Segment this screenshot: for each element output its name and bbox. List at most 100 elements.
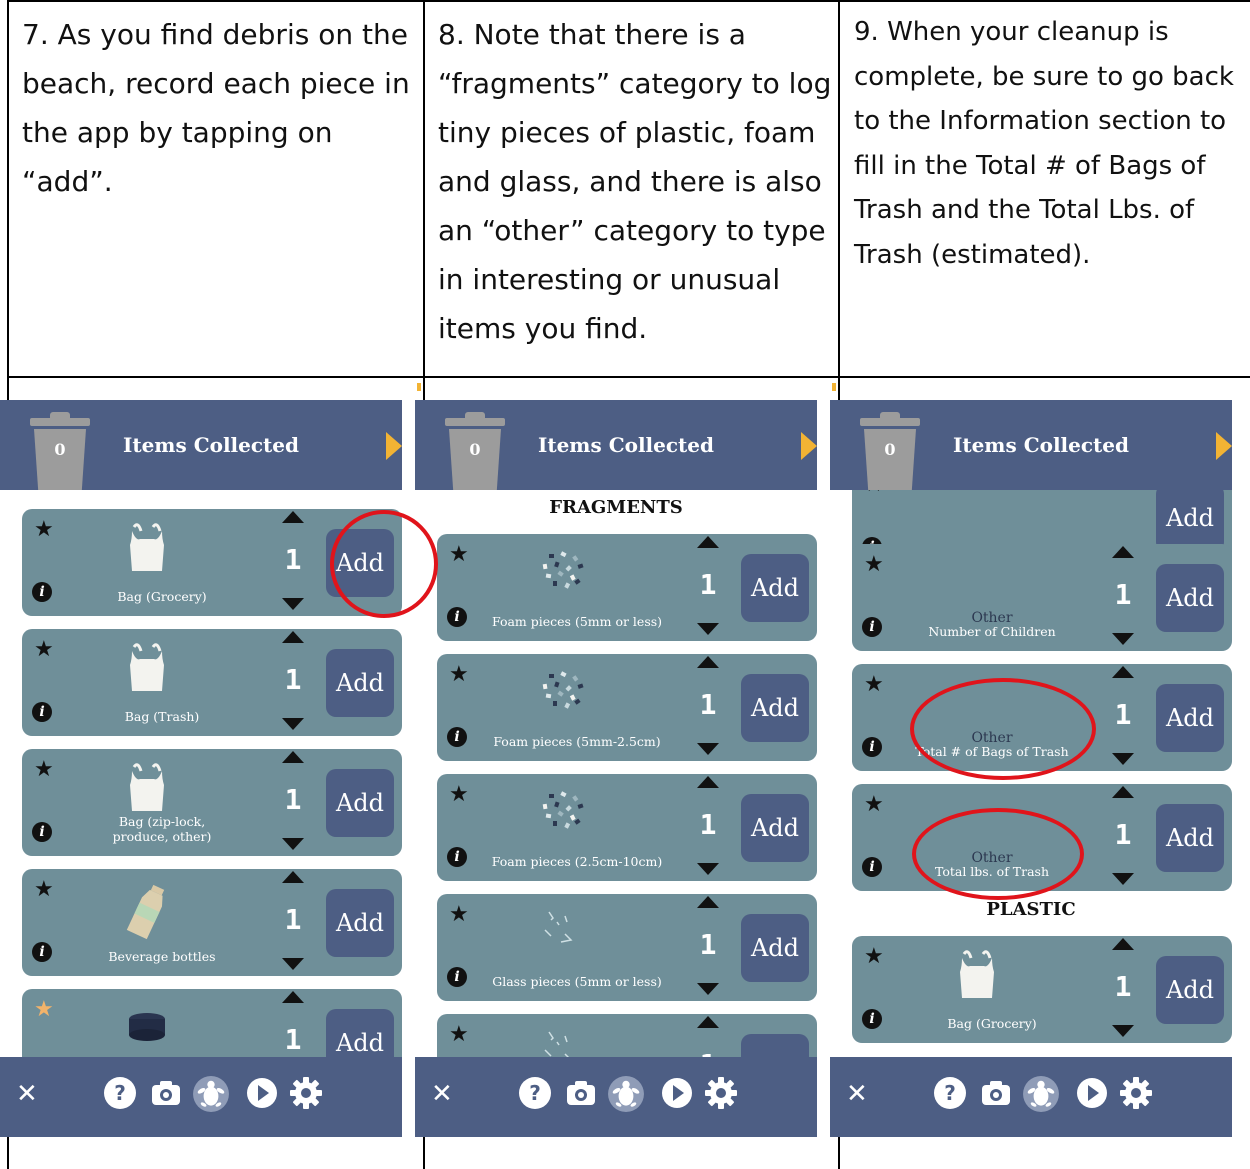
help-icon[interactable]: ?	[517, 1075, 553, 1111]
add-button[interactable]: Add	[741, 914, 809, 982]
add-button[interactable]: Add	[1156, 804, 1224, 872]
item-quantity[interactable]: 1	[272, 903, 314, 936]
favorite-star-icon[interactable]: ★	[864, 554, 884, 576]
favorite-star-icon[interactable]: ★	[34, 519, 54, 541]
play-icon[interactable]	[1074, 1075, 1110, 1111]
favorite-star-icon[interactable]: ★	[34, 879, 54, 901]
add-button[interactable]: Add	[1156, 564, 1224, 632]
add-button[interactable]: Add	[741, 554, 809, 622]
info-icon[interactable]: i	[447, 607, 467, 627]
decrement-arrow-icon[interactable]	[1112, 753, 1134, 765]
add-button[interactable]: Add	[1156, 956, 1224, 1024]
decrement-arrow-icon[interactable]	[697, 983, 719, 995]
item-quantity[interactable]: 1	[1102, 698, 1144, 731]
favorite-star-icon[interactable]: ★	[864, 794, 884, 816]
item-quantity[interactable]: 1	[272, 783, 314, 816]
decrement-arrow-icon[interactable]	[697, 743, 719, 755]
item-quantity[interactable]: 1	[1102, 818, 1144, 851]
close-icon[interactable]: ✕	[431, 1079, 453, 1109]
increment-arrow-icon[interactable]	[1112, 666, 1134, 678]
item-quantity[interactable]: 1	[687, 928, 729, 961]
increment-arrow-icon[interactable]	[282, 511, 304, 523]
info-icon[interactable]: i	[862, 617, 882, 637]
increment-arrow-icon[interactable]	[1112, 938, 1134, 950]
camera-icon[interactable]	[563, 1075, 599, 1111]
favorite-star-icon[interactable]: ★	[34, 759, 54, 781]
favorite-star-icon[interactable]: ★	[34, 639, 54, 661]
increment-arrow-icon[interactable]	[1112, 546, 1134, 558]
camera-icon[interactable]	[148, 1075, 184, 1111]
increment-arrow-icon[interactable]	[697, 896, 719, 908]
help-icon[interactable]: ?	[932, 1075, 968, 1111]
item-quantity[interactable]: 1	[1102, 970, 1144, 1003]
next-arrow-icon[interactable]	[801, 432, 817, 460]
camera-icon[interactable]	[978, 1075, 1014, 1111]
info-icon[interactable]: i	[862, 857, 882, 877]
info-icon[interactable]: i	[32, 942, 52, 962]
info-icon[interactable]: i	[447, 967, 467, 987]
increment-arrow-icon[interactable]	[282, 631, 304, 643]
add-button[interactable]: Add	[326, 649, 394, 717]
close-icon[interactable]: ✕	[16, 1079, 38, 1109]
app-header: 0 Items Collected	[415, 400, 817, 490]
info-icon[interactable]: i	[32, 822, 52, 842]
item-quantity[interactable]: 1	[687, 688, 729, 721]
increment-arrow-icon[interactable]	[697, 536, 719, 548]
decrement-arrow-icon[interactable]	[282, 838, 304, 850]
play-icon[interactable]	[244, 1075, 280, 1111]
info-icon[interactable]: i	[32, 582, 52, 602]
gear-icon[interactable]	[288, 1075, 324, 1111]
play-icon[interactable]	[659, 1075, 695, 1111]
info-icon[interactable]: i	[32, 702, 52, 722]
decrement-arrow-icon[interactable]	[1112, 633, 1134, 645]
item-quantity[interactable]: 1	[272, 1023, 314, 1056]
increment-arrow-icon[interactable]	[1112, 786, 1134, 798]
turtle-icon[interactable]	[607, 1075, 644, 1112]
increment-arrow-icon[interactable]	[697, 656, 719, 668]
favorite-star-icon[interactable]: ★	[449, 544, 469, 566]
add-button[interactable]: Add	[326, 769, 394, 837]
favorite-star-icon[interactable]: ★	[34, 999, 54, 1021]
favorite-star-icon[interactable]: ★	[449, 904, 469, 926]
item-quantity[interactable]: 1	[687, 808, 729, 841]
next-arrow-icon[interactable]	[1216, 432, 1232, 460]
decrement-arrow-icon[interactable]	[282, 718, 304, 730]
increment-arrow-icon[interactable]	[697, 1016, 719, 1028]
item-quantity[interactable]: 1	[272, 543, 314, 576]
info-icon[interactable]: i	[862, 1009, 882, 1029]
add-button[interactable]: Add	[326, 889, 394, 957]
increment-arrow-icon[interactable]	[282, 871, 304, 883]
add-button[interactable]: Add	[1156, 484, 1224, 552]
help-icon[interactable]: ?	[102, 1075, 138, 1111]
add-button[interactable]: Add	[1156, 684, 1224, 752]
add-button[interactable]: Add	[741, 674, 809, 742]
info-icon[interactable]: i	[862, 737, 882, 757]
decrement-arrow-icon[interactable]	[1112, 873, 1134, 885]
turtle-icon[interactable]	[1022, 1075, 1059, 1112]
increment-arrow-icon[interactable]	[282, 991, 304, 1003]
item-quantity[interactable]: 1	[272, 663, 314, 696]
favorite-star-icon[interactable]: ★	[449, 1024, 469, 1046]
gear-icon[interactable]	[1118, 1075, 1154, 1111]
favorite-star-icon[interactable]: ★	[864, 946, 884, 968]
item-quantity[interactable]: 1	[687, 568, 729, 601]
next-arrow-icon[interactable]	[386, 432, 402, 460]
decrement-arrow-icon[interactable]	[282, 958, 304, 970]
decrement-arrow-icon[interactable]	[282, 598, 304, 610]
increment-arrow-icon[interactable]	[282, 751, 304, 763]
add-button[interactable]: Add	[741, 794, 809, 862]
decrement-arrow-icon[interactable]	[697, 623, 719, 635]
decrement-arrow-icon[interactable]	[697, 863, 719, 875]
info-icon[interactable]: i	[447, 727, 467, 747]
turtle-icon[interactable]	[192, 1075, 229, 1112]
info-icon[interactable]: i	[447, 847, 467, 867]
favorite-star-icon[interactable]: ★	[449, 664, 469, 686]
item-quantity[interactable]: 1	[1102, 578, 1144, 611]
item-label: Foam pieces (5mm-2.5cm)	[493, 734, 661, 749]
close-icon[interactable]: ✕	[846, 1079, 868, 1109]
gear-icon[interactable]	[703, 1075, 739, 1111]
increment-arrow-icon[interactable]	[697, 776, 719, 788]
favorite-star-icon[interactable]: ★	[449, 784, 469, 806]
favorite-star-icon[interactable]: ★	[864, 674, 884, 696]
decrement-arrow-icon[interactable]	[1112, 1025, 1134, 1037]
